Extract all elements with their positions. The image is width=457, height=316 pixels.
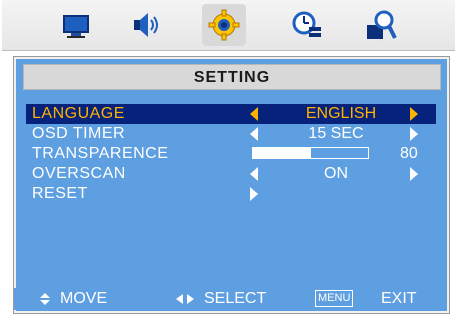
picture-icon[interactable] [60,9,92,41]
overscan-label: OVERSCAN [32,165,126,182]
decrease-arrow-icon[interactable] [250,127,258,141]
menu-row-osd-timer[interactable]: OSD TIMER 15 SEC [26,124,436,144]
settings-gear-icon[interactable] [202,4,246,46]
language-value: ENGLISH [305,105,377,122]
menu-key-badge: MENU [315,290,354,307]
transparence-label: TRANSPARENCE [32,145,169,162]
enter-arrow-icon[interactable] [250,187,258,201]
decrease-arrow-icon[interactable] [250,167,258,181]
overscan-value: ON [324,165,348,182]
menu-row-transparence[interactable]: TRANSPARENCE 80 [26,144,436,164]
menu-row-reset[interactable]: RESET [26,184,436,204]
osd-timer-value: 15 SEC [308,125,364,142]
decrease-arrow-icon[interactable] [250,107,258,121]
transparence-slider[interactable] [252,147,369,159]
key-hint-bar: MOVE SELECT MENU EXIT [14,288,447,310]
menu-row-overscan[interactable]: OVERSCAN ON [26,164,436,184]
language-label: LANGUAGE [32,105,125,122]
osd-timer-label: OSD TIMER [32,125,126,142]
select-hint: SELECT [204,290,267,307]
increase-arrow-icon[interactable] [410,107,418,121]
settings-panel: SETTING LANGUAGE ENGLISH OSD TIMER 15 SE… [14,57,449,313]
menu-row-language[interactable]: LANGUAGE ENGLISH [26,104,436,124]
search-icon[interactable] [365,9,397,41]
panel-title: SETTING [23,64,441,90]
increase-arrow-icon[interactable] [410,127,418,141]
increase-arrow-icon[interactable] [410,167,418,181]
transparence-slider-fill [253,148,311,158]
osd-tab-bar [2,0,455,51]
reset-label: RESET [32,185,88,202]
transparence-value: 80 [400,145,418,162]
audio-icon[interactable] [130,9,162,41]
up-down-arrows-icon [40,293,50,305]
clock-icon[interactable] [291,9,323,41]
left-right-arrows-icon [176,294,194,304]
move-hint: MOVE [60,290,108,307]
exit-hint: EXIT [381,290,417,307]
